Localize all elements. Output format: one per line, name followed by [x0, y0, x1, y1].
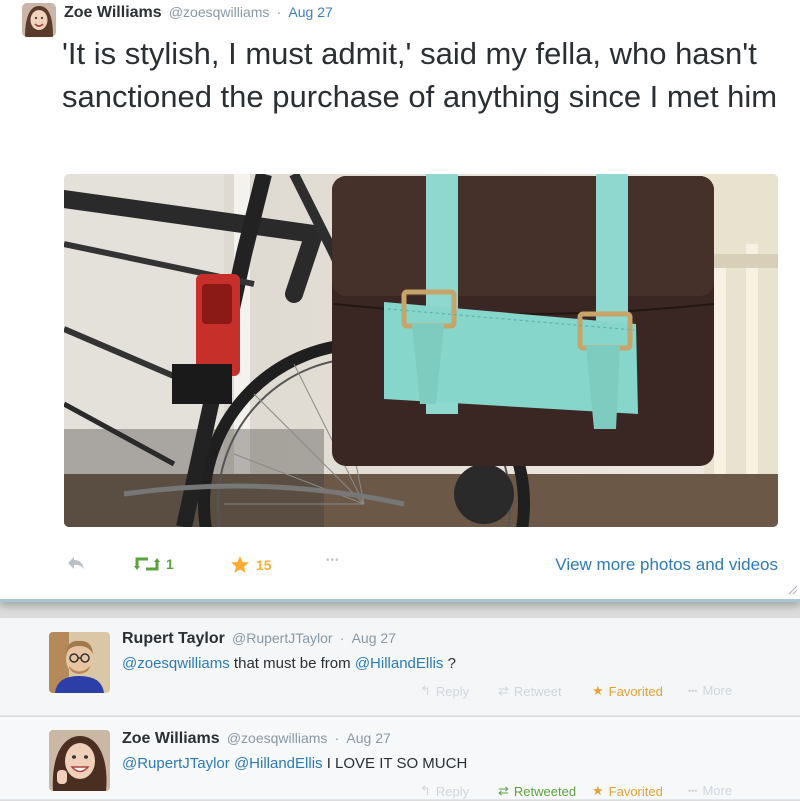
reply-button[interactable]: ↰ Reply [420, 783, 469, 799]
favorite-button[interactable]: 15 [230, 555, 272, 575]
reply-button[interactable]: ↰ Reply [420, 683, 469, 699]
retweet-button[interactable]: 1 [134, 555, 174, 573]
reply-icon: ↰ [420, 683, 431, 698]
retweet-label: Retweet [513, 683, 562, 699]
author-name[interactable]: Zoe Williams [122, 730, 220, 747]
more-dots-icon: ••• [688, 785, 698, 796]
author-handle[interactable]: @zoesqwilliams [227, 730, 328, 746]
author-handle[interactable]: @zoesqwilliams [169, 4, 270, 20]
retweet-button[interactable]: ⇄ Retweeted [498, 783, 576, 799]
retweet-count: 1 [166, 556, 174, 572]
main-tweet-card: Zoe Williams @zoesqwilliams · Aug 27 'It… [0, 0, 800, 602]
tweet-photo[interactable] [64, 174, 778, 527]
tweet-text-segment: ? [443, 655, 456, 672]
reply-icon: ↰ [420, 783, 431, 798]
more-label: More [702, 783, 733, 798]
tweet-timestamp[interactable]: Aug 27 [346, 730, 390, 746]
tweet-text: @RupertJTaylor @HillandEllis I LOVE IT S… [122, 755, 467, 772]
more-button[interactable]: ••• More [688, 783, 732, 798]
reply-tweet: Zoe Williams @zoesqwilliams · Aug 27 @Ru… [0, 717, 800, 800]
author-handle[interactable]: @RupertJTaylor [232, 630, 333, 646]
favorite-label: Favorited [608, 783, 663, 799]
more-dots-icon: ••• [688, 685, 698, 696]
tweet-header: Rupert Taylor @RupertJTaylor · Aug 27 [122, 630, 396, 648]
tweet-actions: 1 15 ••• View more photos and videos [64, 555, 784, 579]
retweet-label: Retweeted [513, 783, 577, 799]
more-button[interactable]: ••• [326, 555, 340, 566]
mention-link[interactable]: @zoesqwilliams [122, 655, 230, 672]
mention-link[interactable]: @HillandEllis [355, 655, 444, 672]
tweet-text: @zoesqwilliams that must be from @Hillan… [122, 655, 456, 672]
star-icon: ★ [592, 683, 604, 698]
tweet-header: Zoe Williams @zoesqwilliams · Aug 27 [64, 4, 333, 22]
avatar[interactable] [49, 730, 110, 791]
mention-link[interactable]: @RupertJTaylor [122, 755, 230, 772]
reply-label: Reply [435, 683, 470, 699]
more-dots-icon: ••• [326, 555, 340, 566]
view-more-photos-link[interactable]: View more photos and videos [555, 555, 778, 575]
retweet-icon: ⇄ [498, 783, 509, 798]
avatar[interactable] [22, 3, 56, 37]
avatar[interactable] [49, 632, 110, 693]
favorite-count: 15 [256, 557, 272, 573]
resize-grip-icon[interactable] [786, 583, 798, 595]
separator-dot: · [339, 630, 345, 646]
tweet-text-segment: that must be from [229, 655, 355, 672]
retweet-icon: ⇄ [498, 683, 509, 698]
reply-button[interactable] [66, 555, 86, 571]
star-icon [231, 556, 249, 573]
tweet-header: Zoe Williams @zoesqwilliams · Aug 27 [122, 730, 391, 748]
separator-dot: · [334, 730, 340, 746]
retweet-icon [134, 557, 160, 571]
author-name[interactable]: Rupert Taylor [122, 630, 225, 647]
reply-icon [68, 557, 84, 569]
more-label: More [702, 683, 733, 698]
separator-dot: · [276, 4, 282, 20]
tweet-text: 'It is stylish, I must admit,' said my f… [62, 36, 778, 114]
reply-label: Reply [435, 783, 470, 799]
star-icon: ★ [592, 783, 604, 798]
favorite-button[interactable]: ★ Favorited [592, 783, 663, 799]
retweet-button[interactable]: ⇄ Retweet [498, 683, 562, 699]
bike-satchel-image [64, 174, 778, 527]
more-button[interactable]: ••• More [688, 683, 732, 698]
tweet-timestamp[interactable]: Aug 27 [352, 630, 396, 646]
tweet-timestamp[interactable]: Aug 27 [288, 4, 332, 20]
author-name[interactable]: Zoe Williams [64, 4, 162, 21]
favorite-label: Favorited [608, 683, 663, 699]
reply-tweet: Rupert Taylor @RupertJTaylor · Aug 27 @z… [0, 618, 800, 716]
mention-link[interactable]: @HillandEllis [234, 755, 323, 772]
favorite-button[interactable]: ★ Favorited [592, 683, 663, 699]
tweet-text-segment: I LOVE IT SO MUCH [322, 755, 468, 772]
